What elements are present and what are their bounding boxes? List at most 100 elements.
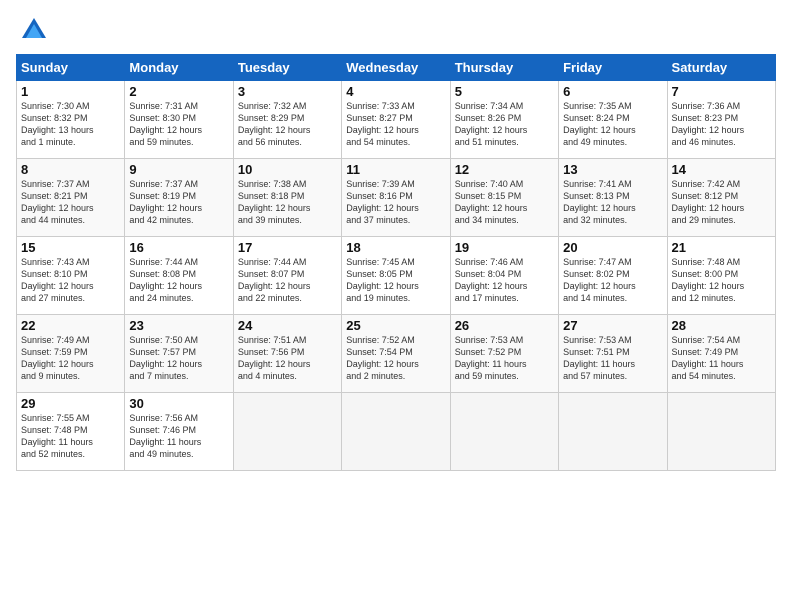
day-info: Sunrise: 7:50 AMSunset: 7:57 PMDaylight:… bbox=[129, 334, 228, 383]
day-info: Sunrise: 7:35 AMSunset: 8:24 PMDaylight:… bbox=[563, 100, 662, 149]
calendar-week-1: 1Sunrise: 7:30 AMSunset: 8:32 PMDaylight… bbox=[17, 81, 776, 159]
day-number: 21 bbox=[672, 240, 771, 255]
day-info: Sunrise: 7:37 AMSunset: 8:19 PMDaylight:… bbox=[129, 178, 228, 227]
calendar-cell bbox=[667, 393, 775, 471]
day-number: 18 bbox=[346, 240, 445, 255]
day-number: 4 bbox=[346, 84, 445, 99]
day-info: Sunrise: 7:37 AMSunset: 8:21 PMDaylight:… bbox=[21, 178, 120, 227]
calendar-cell: 10Sunrise: 7:38 AMSunset: 8:18 PMDayligh… bbox=[233, 159, 341, 237]
day-number: 20 bbox=[563, 240, 662, 255]
calendar-cell: 5Sunrise: 7:34 AMSunset: 8:26 PMDaylight… bbox=[450, 81, 558, 159]
day-info: Sunrise: 7:47 AMSunset: 8:02 PMDaylight:… bbox=[563, 256, 662, 305]
day-info: Sunrise: 7:49 AMSunset: 7:59 PMDaylight:… bbox=[21, 334, 120, 383]
logo-icon bbox=[20, 16, 48, 44]
calendar-cell bbox=[342, 393, 450, 471]
day-number: 23 bbox=[129, 318, 228, 333]
calendar-cell bbox=[233, 393, 341, 471]
weekday-header-tuesday: Tuesday bbox=[233, 55, 341, 81]
calendar-cell: 6Sunrise: 7:35 AMSunset: 8:24 PMDaylight… bbox=[559, 81, 667, 159]
calendar-cell: 9Sunrise: 7:37 AMSunset: 8:19 PMDaylight… bbox=[125, 159, 233, 237]
day-info: Sunrise: 7:42 AMSunset: 8:12 PMDaylight:… bbox=[672, 178, 771, 227]
day-number: 30 bbox=[129, 396, 228, 411]
calendar-cell: 21Sunrise: 7:48 AMSunset: 8:00 PMDayligh… bbox=[667, 237, 775, 315]
day-info: Sunrise: 7:36 AMSunset: 8:23 PMDaylight:… bbox=[672, 100, 771, 149]
day-number: 29 bbox=[21, 396, 120, 411]
calendar-cell: 14Sunrise: 7:42 AMSunset: 8:12 PMDayligh… bbox=[667, 159, 775, 237]
calendar-week-5: 29Sunrise: 7:55 AMSunset: 7:48 PMDayligh… bbox=[17, 393, 776, 471]
calendar-cell bbox=[559, 393, 667, 471]
weekday-header-wednesday: Wednesday bbox=[342, 55, 450, 81]
calendar-table: SundayMondayTuesdayWednesdayThursdayFrid… bbox=[16, 54, 776, 471]
day-info: Sunrise: 7:32 AMSunset: 8:29 PMDaylight:… bbox=[238, 100, 337, 149]
day-info: Sunrise: 7:53 AMSunset: 7:51 PMDaylight:… bbox=[563, 334, 662, 383]
calendar-cell: 13Sunrise: 7:41 AMSunset: 8:13 PMDayligh… bbox=[559, 159, 667, 237]
day-number: 27 bbox=[563, 318, 662, 333]
calendar-cell: 2Sunrise: 7:31 AMSunset: 8:30 PMDaylight… bbox=[125, 81, 233, 159]
calendar-week-2: 8Sunrise: 7:37 AMSunset: 8:21 PMDaylight… bbox=[17, 159, 776, 237]
day-info: Sunrise: 7:34 AMSunset: 8:26 PMDaylight:… bbox=[455, 100, 554, 149]
calendar-cell: 17Sunrise: 7:44 AMSunset: 8:07 PMDayligh… bbox=[233, 237, 341, 315]
day-info: Sunrise: 7:44 AMSunset: 8:08 PMDaylight:… bbox=[129, 256, 228, 305]
day-number: 6 bbox=[563, 84, 662, 99]
calendar-cell: 12Sunrise: 7:40 AMSunset: 8:15 PMDayligh… bbox=[450, 159, 558, 237]
day-info: Sunrise: 7:54 AMSunset: 7:49 PMDaylight:… bbox=[672, 334, 771, 383]
day-info: Sunrise: 7:48 AMSunset: 8:00 PMDaylight:… bbox=[672, 256, 771, 305]
calendar-cell bbox=[450, 393, 558, 471]
day-info: Sunrise: 7:40 AMSunset: 8:15 PMDaylight:… bbox=[455, 178, 554, 227]
day-info: Sunrise: 7:53 AMSunset: 7:52 PMDaylight:… bbox=[455, 334, 554, 383]
calendar-cell: 22Sunrise: 7:49 AMSunset: 7:59 PMDayligh… bbox=[17, 315, 125, 393]
day-info: Sunrise: 7:55 AMSunset: 7:48 PMDaylight:… bbox=[21, 412, 120, 461]
calendar-cell: 25Sunrise: 7:52 AMSunset: 7:54 PMDayligh… bbox=[342, 315, 450, 393]
day-info: Sunrise: 7:39 AMSunset: 8:16 PMDaylight:… bbox=[346, 178, 445, 227]
day-number: 12 bbox=[455, 162, 554, 177]
day-info: Sunrise: 7:52 AMSunset: 7:54 PMDaylight:… bbox=[346, 334, 445, 383]
day-number: 1 bbox=[21, 84, 120, 99]
calendar-cell: 11Sunrise: 7:39 AMSunset: 8:16 PMDayligh… bbox=[342, 159, 450, 237]
day-info: Sunrise: 7:38 AMSunset: 8:18 PMDaylight:… bbox=[238, 178, 337, 227]
day-number: 15 bbox=[21, 240, 120, 255]
day-info: Sunrise: 7:41 AMSunset: 8:13 PMDaylight:… bbox=[563, 178, 662, 227]
day-number: 11 bbox=[346, 162, 445, 177]
day-number: 10 bbox=[238, 162, 337, 177]
weekday-header-monday: Monday bbox=[125, 55, 233, 81]
calendar-cell: 19Sunrise: 7:46 AMSunset: 8:04 PMDayligh… bbox=[450, 237, 558, 315]
calendar-cell: 16Sunrise: 7:44 AMSunset: 8:08 PMDayligh… bbox=[125, 237, 233, 315]
calendar-cell: 18Sunrise: 7:45 AMSunset: 8:05 PMDayligh… bbox=[342, 237, 450, 315]
calendar-cell: 24Sunrise: 7:51 AMSunset: 7:56 PMDayligh… bbox=[233, 315, 341, 393]
day-number: 2 bbox=[129, 84, 228, 99]
day-info: Sunrise: 7:51 AMSunset: 7:56 PMDaylight:… bbox=[238, 334, 337, 383]
day-info: Sunrise: 7:56 AMSunset: 7:46 PMDaylight:… bbox=[129, 412, 228, 461]
day-info: Sunrise: 7:30 AMSunset: 8:32 PMDaylight:… bbox=[21, 100, 120, 149]
calendar-cell: 26Sunrise: 7:53 AMSunset: 7:52 PMDayligh… bbox=[450, 315, 558, 393]
day-number: 19 bbox=[455, 240, 554, 255]
header bbox=[16, 16, 776, 44]
day-number: 28 bbox=[672, 318, 771, 333]
day-number: 24 bbox=[238, 318, 337, 333]
calendar-cell: 20Sunrise: 7:47 AMSunset: 8:02 PMDayligh… bbox=[559, 237, 667, 315]
day-number: 16 bbox=[129, 240, 228, 255]
calendar-cell: 8Sunrise: 7:37 AMSunset: 8:21 PMDaylight… bbox=[17, 159, 125, 237]
day-number: 3 bbox=[238, 84, 337, 99]
page-container: SundayMondayTuesdayWednesdayThursdayFrid… bbox=[0, 0, 792, 479]
calendar-cell: 27Sunrise: 7:53 AMSunset: 7:51 PMDayligh… bbox=[559, 315, 667, 393]
day-info: Sunrise: 7:31 AMSunset: 8:30 PMDaylight:… bbox=[129, 100, 228, 149]
calendar-header-row: SundayMondayTuesdayWednesdayThursdayFrid… bbox=[17, 55, 776, 81]
calendar-cell: 30Sunrise: 7:56 AMSunset: 7:46 PMDayligh… bbox=[125, 393, 233, 471]
day-number: 8 bbox=[21, 162, 120, 177]
day-number: 7 bbox=[672, 84, 771, 99]
calendar-week-3: 15Sunrise: 7:43 AMSunset: 8:10 PMDayligh… bbox=[17, 237, 776, 315]
calendar-cell: 28Sunrise: 7:54 AMSunset: 7:49 PMDayligh… bbox=[667, 315, 775, 393]
day-number: 17 bbox=[238, 240, 337, 255]
day-info: Sunrise: 7:45 AMSunset: 8:05 PMDaylight:… bbox=[346, 256, 445, 305]
calendar-cell: 3Sunrise: 7:32 AMSunset: 8:29 PMDaylight… bbox=[233, 81, 341, 159]
calendar-cell: 15Sunrise: 7:43 AMSunset: 8:10 PMDayligh… bbox=[17, 237, 125, 315]
weekday-header-sunday: Sunday bbox=[17, 55, 125, 81]
weekday-header-friday: Friday bbox=[559, 55, 667, 81]
day-info: Sunrise: 7:46 AMSunset: 8:04 PMDaylight:… bbox=[455, 256, 554, 305]
day-info: Sunrise: 7:44 AMSunset: 8:07 PMDaylight:… bbox=[238, 256, 337, 305]
weekday-header-saturday: Saturday bbox=[667, 55, 775, 81]
calendar-cell: 7Sunrise: 7:36 AMSunset: 8:23 PMDaylight… bbox=[667, 81, 775, 159]
logo bbox=[16, 16, 48, 44]
calendar-cell: 4Sunrise: 7:33 AMSunset: 8:27 PMDaylight… bbox=[342, 81, 450, 159]
day-number: 9 bbox=[129, 162, 228, 177]
